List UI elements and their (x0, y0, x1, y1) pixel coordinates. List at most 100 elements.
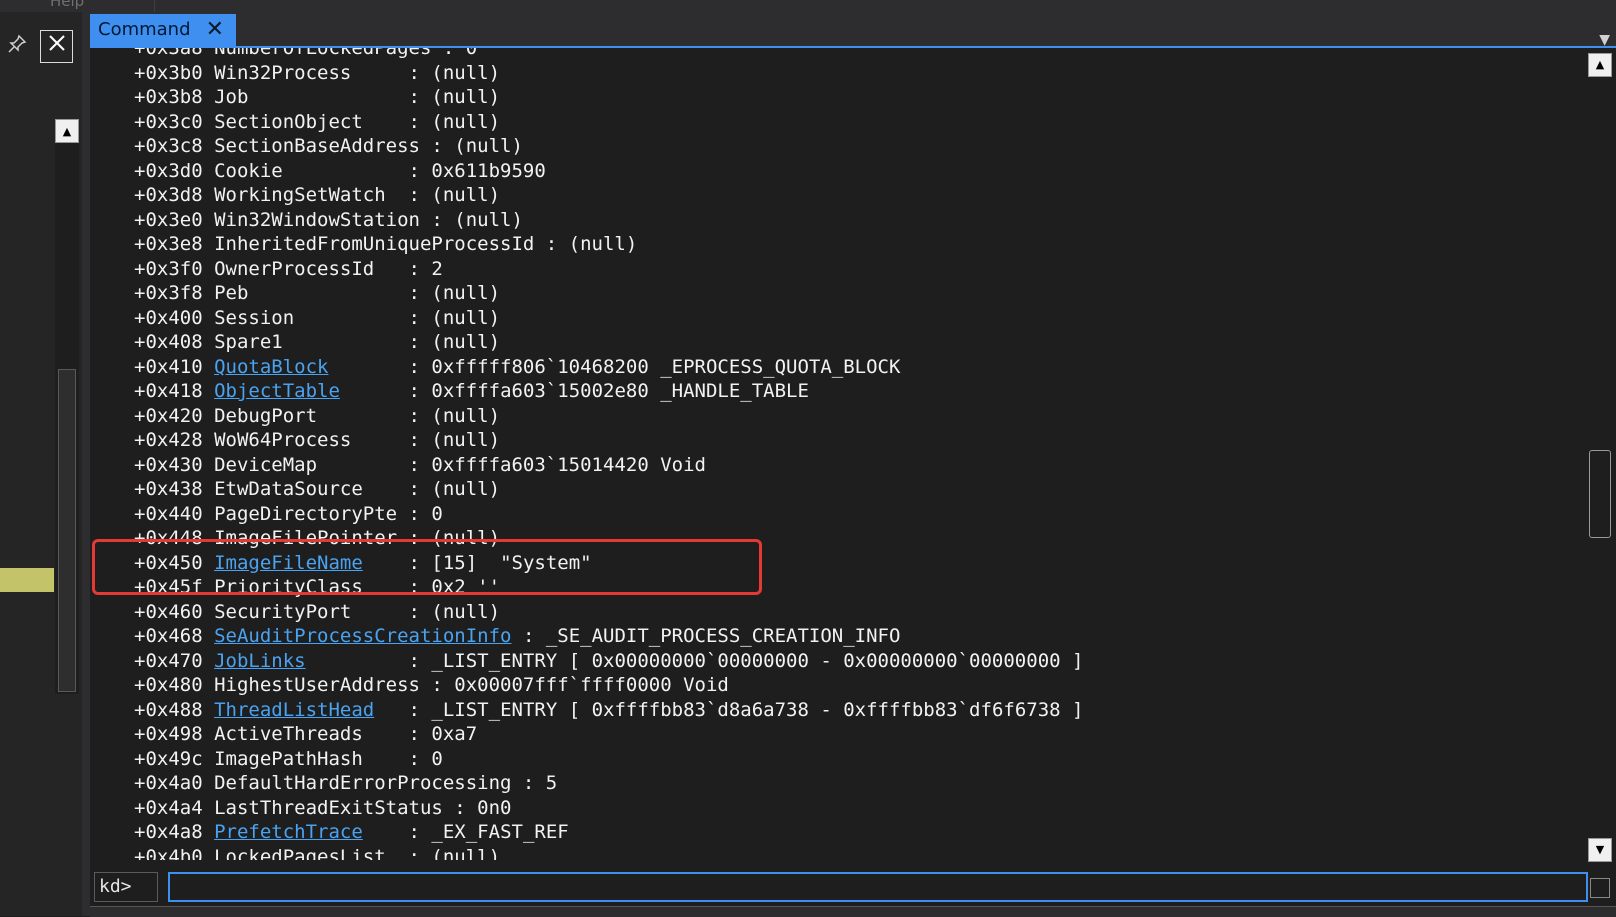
output-line: +0x4a4 LastThreadExitStatus : 0n0 (134, 796, 1083, 821)
output-scrollbar[interactable]: ▲ ▼ (1585, 48, 1616, 862)
output-text: +0x430 DeviceMap : 0xffffa603`15014420 V… (134, 453, 706, 476)
output-line: +0x3f0 OwnerProcessId : 2 (134, 257, 1083, 282)
output-text: +0x3e0 Win32WindowStation : (null) (134, 208, 523, 231)
output-line: +0x420 DebugPort : (null) (134, 404, 1083, 429)
output-line: +0x3e0 Win32WindowStation : (null) (134, 208, 1083, 233)
pin-icon-svg (8, 34, 27, 53)
output-text: +0x480 HighestUserAddress : 0x00007fff`f… (134, 674, 729, 696)
tab-command[interactable]: Command ✕ (90, 14, 236, 48)
scroll-thumb[interactable] (1589, 450, 1611, 538)
output-text: +0x420 DebugPort : (null) (134, 404, 501, 427)
output-line: +0x498 ActiveThreads : 0xa7 (134, 722, 1083, 747)
output-line: +0x418 ObjectTable : 0xffffa603`15002e80… (134, 379, 1083, 404)
output-text: +0x428 WoW64Process : (null) (134, 429, 501, 451)
field-link[interactable]: ThreadListHead (214, 699, 374, 721)
output-line: +0x3c0 SectionObject : (null) (134, 110, 1083, 135)
output-text: : _LIST_ENTRY [ 0x00000000`00000000 - 0x… (305, 649, 1084, 672)
output-text: +0x4b0 LockedPagesList : (null) (134, 845, 501, 861)
output-line: +0x49c ImagePathHash : 0 (134, 747, 1083, 772)
output-line: +0x3f8 Peb : (null) (134, 281, 1083, 306)
output-text: : _EX_FAST_REF (362, 821, 569, 843)
output-text: +0x3f0 OwnerProcessId : 2 (134, 257, 443, 280)
scroll-down-button[interactable]: ▼ (1588, 838, 1612, 862)
field-link[interactable]: PrefetchTrace (214, 821, 363, 843)
output-line: +0x440 PageDirectoryPte : 0 (134, 502, 1083, 527)
field-link[interactable]: JobLinks (214, 650, 306, 672)
output-text: +0x3b8 Job : (null) (134, 86, 501, 108)
tab-label: Command (98, 19, 191, 40)
output-text: +0x3d8 WorkingSetWatch : (null) (134, 184, 501, 206)
field-link[interactable]: SeAuditProcessCreationInfo (214, 625, 511, 647)
output-line: +0x3e8 InheritedFromUniqueProcessId : (n… (134, 232, 1083, 257)
output-text: +0x410 (134, 355, 215, 378)
output-text: +0x400 Session : (null) (134, 306, 501, 329)
output-text: +0x470 (134, 649, 215, 672)
output-line: +0x468 SeAuditProcessCreationInfo : _SE_… (134, 624, 1083, 649)
field-link[interactable]: ObjectTable (214, 380, 340, 402)
output-text: +0x4a8 (134, 821, 215, 843)
output-line: +0x428 WoW64Process : (null) (134, 428, 1083, 453)
output-text: +0x488 (134, 698, 215, 721)
output-line: +0x430 DeviceMap : 0xffffa603`15014420 V… (134, 453, 1083, 478)
field-link[interactable]: QuotaBlock (214, 356, 328, 378)
output-lines: +0x3a8 NumberOfLockedPages : 0 +0x3b0 Win… (134, 48, 1083, 860)
output-line: +0x3a8 NumberOfLockedPages : 0 (134, 48, 1083, 61)
output-text: +0x3f8 Peb : (null) (134, 282, 501, 304)
output-line: +0x4b0 LockedPagesList : (null) (134, 845, 1083, 861)
output-text: +0x418 (134, 380, 215, 402)
output-text: : 0xfffff806`10468200 _EPROCESS_QUOTA_BL… (328, 355, 901, 378)
output-text: +0x4a0 DefaultHardErrorProcessing : 5 (134, 772, 558, 794)
resize-handle-icon[interactable] (1590, 878, 1610, 898)
output-text: +0x460 SecurityPort : (null) (134, 600, 501, 623)
command-input-row: kd> (90, 872, 1616, 902)
output-line: +0x470 JobLinks : _LIST_ENTRY [ 0x000000… (134, 649, 1083, 674)
output-line: +0x408 Spare1 : (null) (134, 330, 1083, 355)
output-line: +0x410 QuotaBlock : 0xfffff806`10468200 … (134, 355, 1083, 380)
output-text: +0x3d0 Cookie : 0x611b9590 (134, 159, 546, 182)
output-line: +0x4a8 PrefetchTrace : _EX_FAST_REF (134, 820, 1083, 845)
menu-strip: Help (0, 0, 1616, 12)
splitter[interactable] (82, 12, 90, 916)
output-text: +0x3e8 InheritedFromUniqueProcessId : (n… (134, 233, 638, 255)
pin-icon[interactable] (4, 34, 30, 60)
output-text: +0x3b0 Win32Process : (null) (134, 61, 501, 84)
close-icon (48, 35, 65, 51)
close-panel-button[interactable] (40, 30, 73, 63)
output-text: +0x408 Spare1 : (null) (134, 331, 501, 353)
output-line: +0x3b0 Win32Process : (null) (134, 61, 1083, 86)
output-text: +0x3a8 NumberOfLockedPages : 0 (134, 48, 478, 59)
output-line: +0x488 ThreadListHead : _LIST_ENTRY [ 0x… (134, 698, 1083, 723)
output-line: +0x480 HighestUserAddress : 0x00007fff`f… (134, 673, 1083, 698)
scroll-up-button[interactable]: ▲ (1588, 53, 1612, 77)
output-text: +0x49c ImagePathHash : 0 (134, 747, 443, 770)
output-text: +0x438 EtwDataSource : (null) (134, 478, 501, 500)
highlight-annotation (92, 539, 762, 595)
command-input[interactable] (168, 872, 1588, 902)
command-output[interactable]: +0x3a8 NumberOfLockedPages : 0 +0x3b0 Win… (90, 48, 1584, 860)
tab-bar: Command ✕ ▼ (90, 12, 1616, 48)
output-text: +0x468 (134, 625, 215, 647)
output-text: : _LIST_ENTRY [ 0xffffbb83`d8a6a738 - 0x… (374, 698, 1084, 721)
left-scrollbar[interactable]: ▲ (55, 119, 79, 694)
output-line: +0x3d8 WorkingSetWatch : (null) (134, 183, 1083, 208)
tab-close-icon[interactable]: ✕ (206, 17, 224, 42)
output-line: +0x438 EtwDataSource : (null) (134, 477, 1083, 502)
output-line: +0x4a0 DefaultHardErrorProcessing : 5 (134, 771, 1083, 796)
menu-separator (154, 0, 155, 12)
output-text: +0x3c0 SectionObject : (null) (134, 110, 501, 133)
output-line: +0x3d0 Cookie : 0x611b9590 (134, 159, 1083, 184)
output-text: +0x440 PageDirectoryPte : 0 (134, 502, 443, 525)
status-strip (90, 906, 1616, 917)
scroll-thumb[interactable] (58, 369, 76, 692)
output-text: +0x498 ActiveThreads : 0xa7 (134, 723, 478, 745)
left-dock-panel: ▲ (0, 12, 82, 916)
scroll-up-button[interactable]: ▲ (55, 119, 79, 143)
kd-prompt: kd> (94, 872, 158, 902)
output-text: : 0xffffa603`15002e80 _HANDLE_TABLE (339, 380, 809, 402)
output-text: +0x4a4 LastThreadExitStatus : 0n0 (134, 796, 512, 819)
menu-help[interactable]: Help (50, 0, 84, 10)
output-text: +0x3c8 SectionBaseAddress : (null) (134, 135, 523, 157)
output-text: : _SE_AUDIT_PROCESS_CREATION_INFO (511, 625, 901, 647)
current-line-marker (0, 568, 54, 592)
output-line: +0x3b8 Job : (null) (134, 85, 1083, 110)
